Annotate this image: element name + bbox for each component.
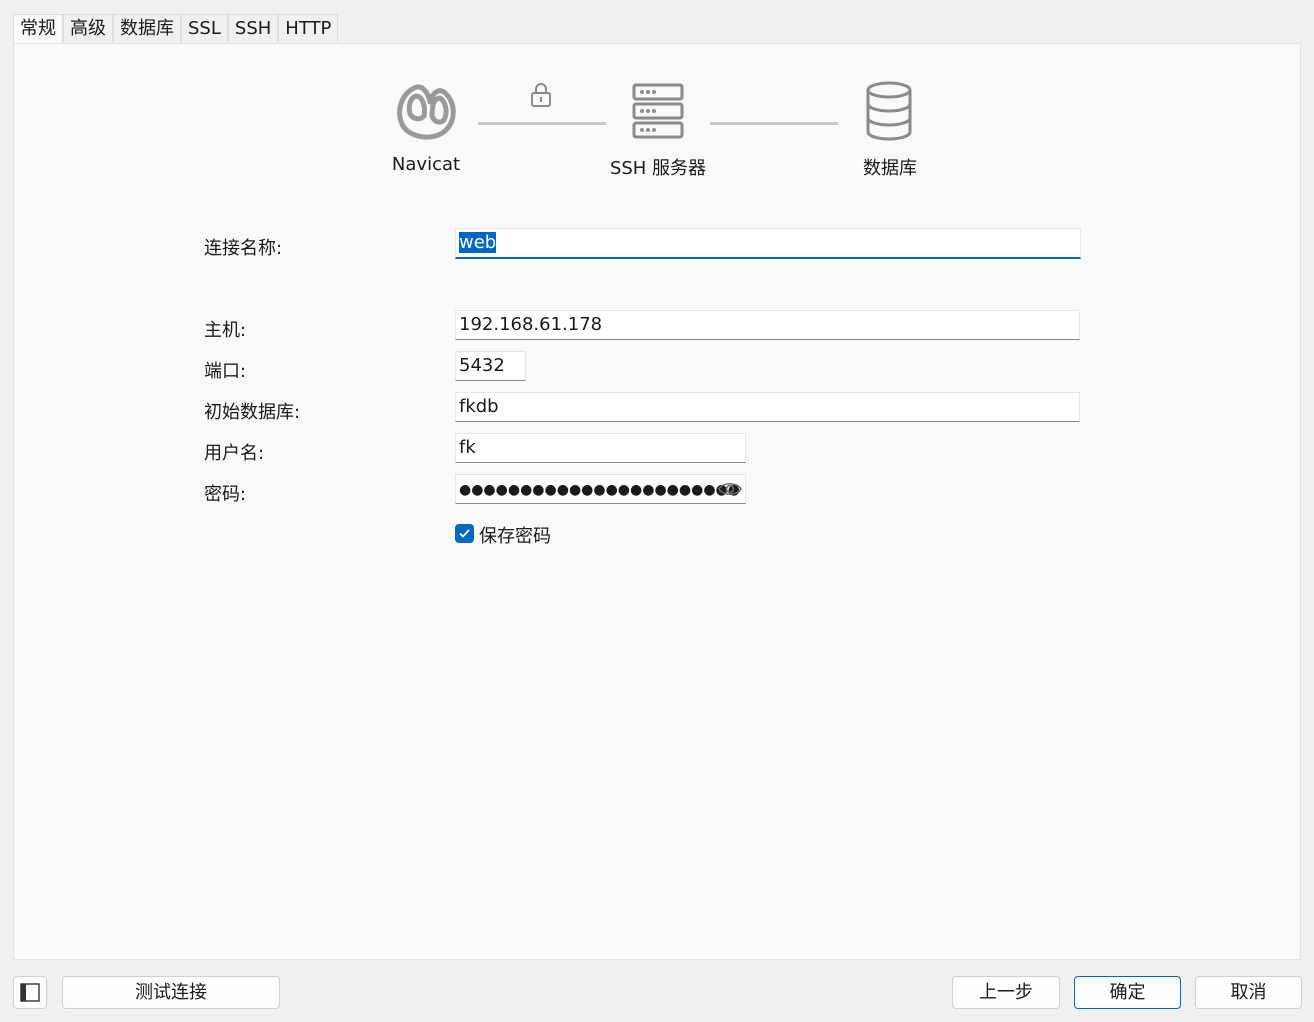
- port-input[interactable]: 5432: [455, 351, 526, 381]
- save-password-checkbox[interactable]: [455, 524, 474, 543]
- lock-icon: [531, 83, 551, 107]
- host-label: 主机:: [204, 320, 247, 341]
- cancel-button[interactable]: 取消: [1195, 976, 1302, 1009]
- connector-line-left: [478, 122, 606, 125]
- connection-name-value: web: [459, 232, 497, 253]
- ok-button[interactable]: 确定: [1074, 976, 1181, 1009]
- tab-ssl[interactable]: SSL: [181, 14, 228, 42]
- general-settings-panel: Navicat SSH 服务器 数据库 连接名称: web 主机: 192.16…: [13, 43, 1301, 960]
- tab-bar: 常规 高级 数据库 SSL SSH HTTP: [13, 14, 339, 44]
- host-input[interactable]: 192.168.61.178: [455, 310, 1080, 340]
- password-masked-value: ●●●●●●●●●●●●●●●●●●●●●●●: [459, 482, 740, 498]
- server-icon: [632, 83, 684, 139]
- connection-name-label: 连接名称:: [204, 238, 283, 259]
- password-input[interactable]: ●●●●●●●●●●●●●●●●●●●●●●●: [455, 474, 746, 504]
- save-password-label[interactable]: 保存密码: [479, 522, 551, 548]
- tab-database[interactable]: 数据库: [113, 14, 181, 42]
- show-password-eye-icon[interactable]: [717, 478, 743, 500]
- tab-general[interactable]: 常规: [13, 14, 63, 44]
- navicat-logo-icon: [397, 84, 456, 140]
- back-button[interactable]: 上一步: [952, 976, 1060, 1009]
- initial-database-label: 初始数据库:: [204, 402, 301, 423]
- database-label: 数据库: [863, 158, 917, 179]
- connector-line-right: [710, 122, 838, 125]
- tab-ssh[interactable]: SSH: [227, 14, 279, 42]
- password-label: 密码:: [204, 484, 247, 505]
- username-input[interactable]: fk: [455, 433, 746, 463]
- panel-toggle-icon: [20, 983, 40, 1002]
- tab-advanced[interactable]: 高级: [63, 14, 113, 42]
- tab-http[interactable]: HTTP: [278, 14, 339, 42]
- port-label: 端口:: [204, 361, 247, 382]
- initial-database-input[interactable]: fkdb: [455, 392, 1080, 422]
- sidebar-toggle-button[interactable]: [13, 976, 47, 1009]
- test-connection-button[interactable]: 测试连接: [62, 976, 280, 1009]
- connection-name-input[interactable]: web: [455, 228, 1081, 259]
- navicat-label: Navicat: [391, 154, 461, 175]
- checkmark-icon: [459, 529, 470, 538]
- database-icon: [866, 81, 912, 141]
- username-label: 用户名:: [204, 443, 265, 464]
- ssh-server-label: SSH 服务器: [609, 158, 707, 179]
